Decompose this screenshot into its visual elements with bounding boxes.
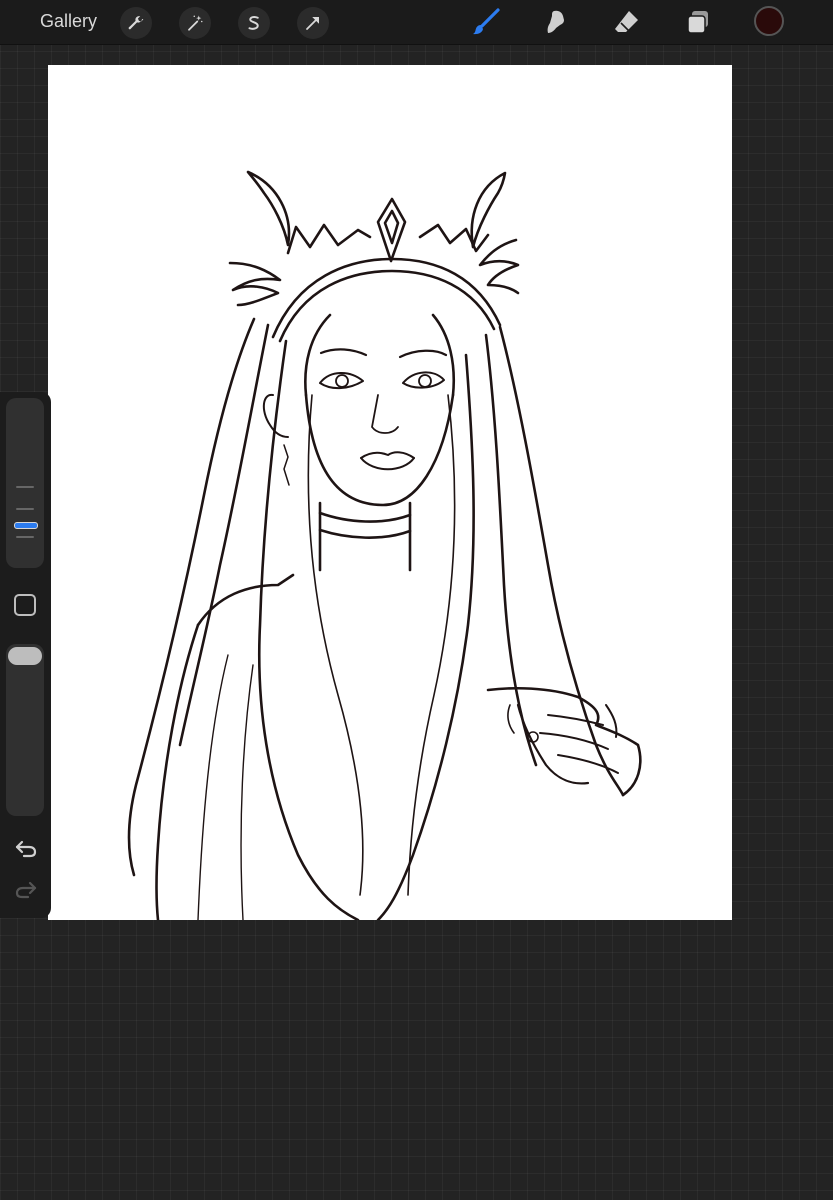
- smudge-tool-button[interactable]: [539, 5, 573, 39]
- transform-button[interactable]: [297, 7, 329, 39]
- brush-size-slider[interactable]: [6, 398, 44, 568]
- brush-size-thumb[interactable]: [14, 522, 38, 529]
- slider-tick: [16, 536, 34, 538]
- brush-icon: [473, 8, 500, 35]
- transform-icon: [306, 17, 319, 30]
- layers-button[interactable]: [681, 5, 715, 39]
- redo-button[interactable]: [12, 878, 40, 902]
- drawing-canvas[interactable]: [48, 65, 732, 920]
- opacity-slider[interactable]: [6, 644, 44, 816]
- wrench-icon: [128, 16, 144, 30]
- smudge-icon: [547, 10, 564, 33]
- eraser-icon: [615, 11, 638, 32]
- left-sidebar: [0, 392, 51, 918]
- undo-icon: [15, 840, 37, 858]
- magic-wand-icon: [188, 15, 203, 31]
- adjustments-button[interactable]: [179, 7, 211, 39]
- top-toolbar: Gallery: [0, 0, 833, 45]
- slider-tick: [16, 486, 34, 488]
- actions-button[interactable]: [120, 7, 152, 39]
- undo-button[interactable]: [12, 837, 40, 861]
- slider-tick: [16, 508, 34, 510]
- layers-icon: [687, 11, 708, 34]
- gallery-button[interactable]: Gallery: [40, 11, 97, 32]
- color-picker-button[interactable]: [754, 6, 784, 36]
- selection-icon: [248, 16, 259, 30]
- brush-tool-button[interactable]: [469, 5, 503, 39]
- opacity-thumb[interactable]: [8, 647, 42, 665]
- modify-button[interactable]: [14, 594, 36, 616]
- line-art-drawing: [127, 170, 642, 920]
- redo-icon: [15, 881, 37, 899]
- eraser-tool-button[interactable]: [610, 5, 644, 39]
- selection-button[interactable]: [238, 7, 270, 39]
